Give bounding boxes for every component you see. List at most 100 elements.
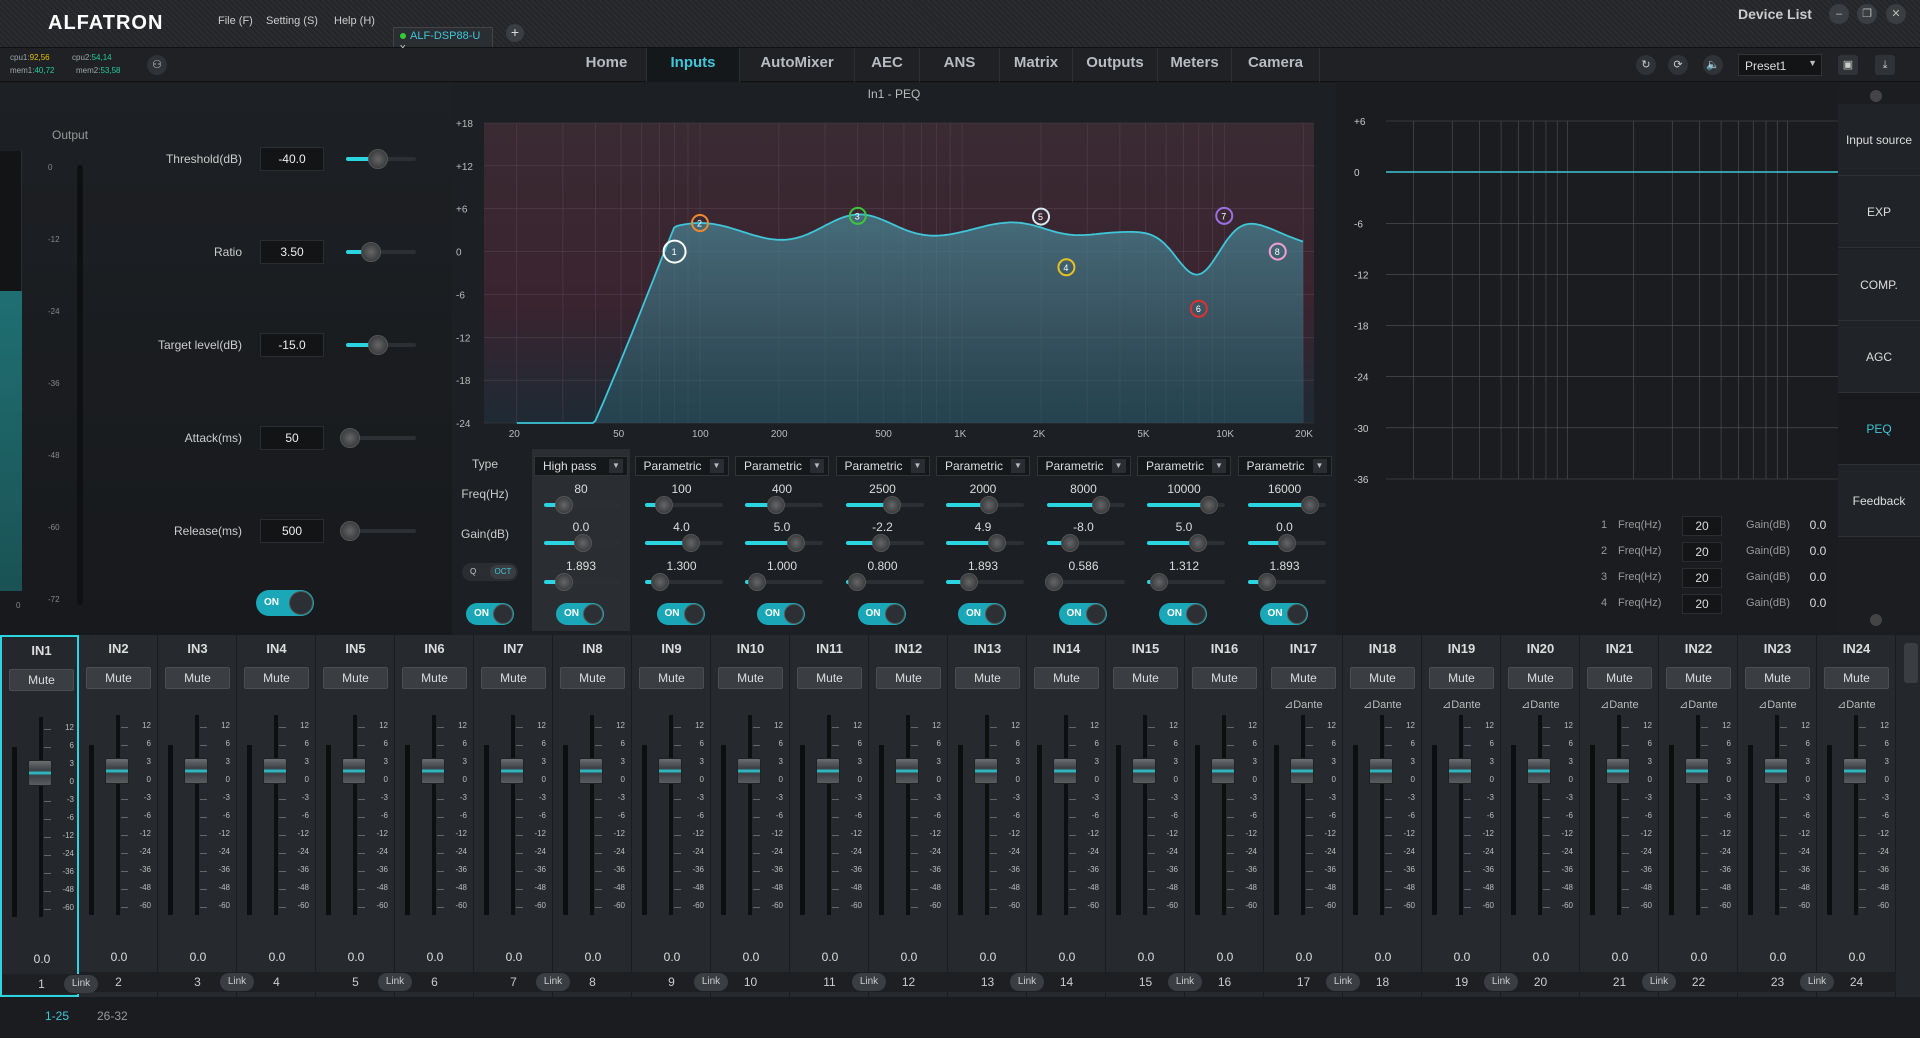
fader-track[interactable] [511, 715, 515, 915]
link-button[interactable]: Link [1642, 973, 1676, 991]
side-tab-agc[interactable]: AGC [1838, 321, 1920, 393]
mute-button[interactable]: Mute [1429, 667, 1494, 689]
fader-track[interactable] [1459, 715, 1463, 915]
band-on-toggle[interactable]: ON [556, 603, 604, 625]
fader-track[interactable] [985, 715, 989, 915]
mute-button[interactable]: Mute [244, 667, 309, 689]
fader-track[interactable] [1222, 715, 1226, 915]
fader-track[interactable] [748, 715, 752, 915]
band-type-select[interactable]: Parametric ▼ [835, 456, 930, 476]
channel-gain-value[interactable]: 0.0 [12, 952, 72, 966]
mixer-scrollbar[interactable] [1904, 643, 1918, 683]
channel-gain-value[interactable]: 0.0 [1195, 950, 1255, 964]
response-gain-value[interactable]: 0.0 [1798, 516, 1838, 536]
band-q-value[interactable]: 1.893 [534, 559, 628, 573]
fader-track[interactable] [39, 717, 43, 917]
mute-button[interactable]: Mute [402, 667, 467, 689]
fader-knob[interactable] [342, 758, 366, 784]
band-q-value[interactable]: 1.312 [1137, 559, 1231, 573]
band-q-slider[interactable] [544, 573, 622, 591]
scroll-up-icon[interactable] [1870, 90, 1882, 102]
page-26-32[interactable]: 26-32 [97, 1009, 128, 1023]
band-on-toggle[interactable]: ON [1259, 603, 1308, 625]
link-button[interactable]: Link [694, 973, 728, 991]
side-tab-input-source[interactable]: Input source [1838, 104, 1920, 176]
oct-option[interactable]: OCT [490, 565, 516, 579]
band-q-value[interactable]: 1.000 [735, 559, 829, 573]
fader-track[interactable] [827, 715, 831, 915]
channel-gain-value[interactable]: 0.0 [405, 950, 465, 964]
mute-button[interactable]: Mute [9, 669, 74, 691]
link-button[interactable]: Link [1484, 973, 1518, 991]
channel-gain-value[interactable]: 0.0 [721, 950, 781, 964]
fader-knob[interactable] [1764, 758, 1788, 784]
band-gain-value[interactable]: 0.0 [534, 520, 628, 534]
agc-param-slider[interactable] [339, 521, 416, 541]
band-gain-value[interactable]: -8.0 [1037, 520, 1131, 534]
band-gain-value[interactable]: 4.0 [635, 520, 729, 534]
fader-track[interactable] [669, 715, 673, 915]
restore-icon[interactable]: ❐ [1857, 4, 1877, 24]
fader-knob[interactable] [184, 758, 208, 784]
band-freq-value[interactable]: 400 [735, 482, 829, 496]
channel-gain-value[interactable]: 0.0 [168, 950, 228, 964]
band-freq-slider[interactable] [1147, 496, 1225, 514]
fader-knob[interactable] [816, 758, 840, 784]
band-q-value[interactable]: 0.800 [836, 559, 930, 573]
band-freq-slider[interactable] [1046, 496, 1125, 514]
channel-gain-value[interactable]: 0.0 [958, 950, 1018, 964]
channel-gain-value[interactable]: 0.0 [879, 950, 939, 964]
channel-gain-value[interactable]: 0.0 [89, 950, 149, 964]
band-freq-slider[interactable] [946, 496, 1024, 514]
response-gain-value[interactable]: 0.0 [1798, 542, 1838, 562]
side-tab-feedback[interactable]: Feedback [1838, 465, 1920, 537]
agc-param-slider[interactable] [346, 242, 416, 262]
agc-param-value[interactable]: -15.0 [260, 333, 324, 357]
tab-meters[interactable]: Meters [1158, 48, 1232, 82]
device-tab[interactable]: ALF-DSP88-U x [393, 27, 493, 54]
mute-button[interactable]: Mute [1034, 667, 1099, 689]
tab-ans[interactable]: ANS [920, 48, 1000, 82]
channel-gain-value[interactable]: 0.0 [1353, 950, 1413, 964]
tab-inputs[interactable]: Inputs [647, 48, 740, 82]
link-button[interactable]: Link [1800, 973, 1834, 991]
band-freq-slider[interactable] [544, 496, 622, 514]
link-button[interactable]: Link [852, 973, 886, 991]
band-on-toggle[interactable]: ON [1058, 603, 1107, 625]
fader-knob[interactable] [1527, 758, 1551, 784]
band-gain-slider[interactable] [745, 534, 823, 552]
fader-knob[interactable] [105, 758, 129, 784]
fader-track[interactable] [195, 715, 199, 915]
band-q-slider[interactable] [1147, 573, 1225, 591]
fader-knob[interactable] [421, 758, 445, 784]
speaker-icon[interactable]: 🔈 [1703, 55, 1723, 75]
band-q-value[interactable]: 1.893 [1238, 559, 1332, 573]
band-q-slider[interactable] [1247, 573, 1326, 591]
mute-button[interactable]: Mute [1350, 667, 1415, 689]
fader-knob[interactable] [579, 758, 603, 784]
link-button[interactable]: Link [536, 973, 570, 991]
band-on-toggle[interactable]: ON [1159, 603, 1207, 625]
tab-home[interactable]: Home [567, 48, 647, 82]
channel-gain-value[interactable]: 0.0 [563, 950, 623, 964]
network-icon[interactable]: ⚇ [147, 55, 167, 75]
band-gain-value[interactable]: 5.0 [735, 520, 829, 534]
channel-gain-value[interactable]: 0.0 [1748, 950, 1808, 964]
band-gain-value[interactable]: 5.0 [1137, 520, 1231, 534]
q-oct-toggle[interactable]: Q OCT [462, 563, 518, 581]
response-freq-value[interactable]: 20 [1682, 594, 1722, 614]
fader-knob[interactable] [263, 758, 287, 784]
side-tab-comp[interactable]: COMP. [1838, 249, 1920, 321]
band-on-toggle[interactable]: ON [958, 603, 1006, 625]
agc-param-value[interactable]: 500 [260, 519, 324, 543]
band-q-value[interactable]: 0.586 [1037, 559, 1131, 573]
fader-track[interactable] [1854, 715, 1858, 915]
fader-knob[interactable] [1606, 758, 1630, 784]
band-freq-value[interactable]: 10000 [1137, 482, 1231, 496]
band-gain-slider[interactable] [946, 534, 1024, 552]
band-freq-slider[interactable] [745, 496, 823, 514]
fader-track[interactable] [1617, 715, 1621, 915]
response-freq-value[interactable]: 20 [1682, 542, 1722, 562]
tab-automixer[interactable]: AutoMixer [740, 48, 855, 82]
tab-aec[interactable]: AEC [855, 48, 920, 82]
